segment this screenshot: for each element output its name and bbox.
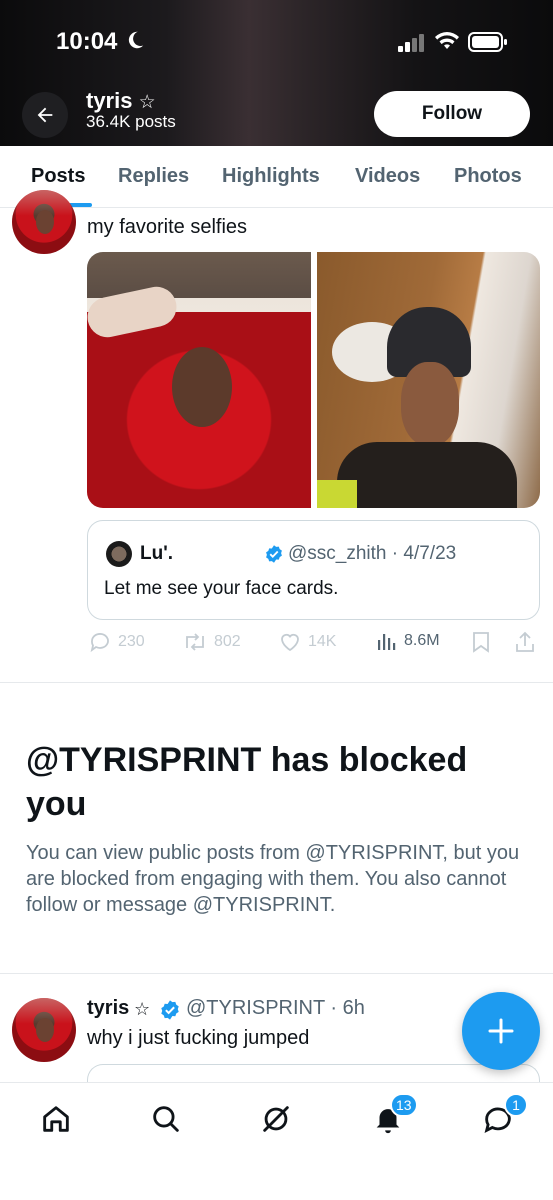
tab-posts[interactable]: Posts: [31, 165, 85, 188]
post-count: 36.4K posts: [86, 112, 176, 131]
post-text: why i just fucking jumped: [87, 1027, 310, 1049]
verified-badge-icon: [266, 545, 282, 563]
star-icon: ☆: [134, 999, 151, 1019]
repost-count: 802: [214, 633, 241, 650]
avatar[interactable]: [12, 190, 76, 254]
messages-badge: 1: [504, 1093, 528, 1117]
avatar[interactable]: [12, 998, 76, 1062]
tab-videos[interactable]: Videos: [355, 165, 420, 188]
repost-icon: [186, 633, 204, 651]
quote-handle-date: @ssc_zhith · 4/7/23: [288, 543, 457, 564]
home-icon: [43, 1106, 69, 1132]
author-handle-time: @TYRISPRINT · 6h: [186, 997, 365, 1019]
tab-highlights[interactable]: Highlights: [222, 165, 320, 188]
views-chart-icon: [378, 634, 396, 650]
plus-icon: [488, 1018, 514, 1044]
tab-replies[interactable]: Replies: [118, 165, 189, 188]
profile-tabs: Posts Replies Highlights Videos Photos: [0, 146, 553, 208]
post-photo-1[interactable]: [87, 252, 311, 508]
quote-text: Let me see your face cards.: [104, 578, 339, 599]
battery-icon: [468, 32, 507, 52]
share-button[interactable]: [514, 630, 536, 654]
blocked-title: @TYRISPRINT has blocked you: [26, 741, 468, 823]
grok-icon: [263, 1106, 289, 1132]
compose-button[interactable]: [462, 992, 540, 1070]
status-time: 10:04: [56, 28, 118, 55]
nav-search[interactable]: [146, 1099, 186, 1139]
like-count: 14K: [308, 633, 337, 650]
nav-grok[interactable]: [256, 1099, 296, 1139]
quoted-post[interactable]: Lu'. @ssc_zhith · 4/7/23 Let me see your…: [87, 520, 540, 620]
wifi-icon: [435, 32, 459, 49]
divider: [0, 682, 553, 683]
arrow-left-icon: [37, 107, 53, 123]
post-text: my favorite selfies: [87, 216, 248, 238]
reply-count: 230: [118, 633, 145, 650]
views-action[interactable]: 8.6M: [376, 630, 440, 652]
bottom-nav: 13 1: [0, 1082, 553, 1200]
moon-icon: [128, 31, 144, 49]
bookmark-icon: [473, 632, 489, 653]
reply-action[interactable]: 230: [88, 630, 145, 654]
quote-avatar: [106, 541, 132, 567]
status-bar: 10:04: [0, 24, 553, 64]
notifications-badge: 13: [390, 1093, 418, 1117]
reply-icon: [90, 633, 109, 653]
nav-messages[interactable]: 1: [478, 1093, 528, 1139]
divider: [0, 973, 553, 974]
verified-badge-icon: [161, 1000, 179, 1020]
bookmark-button[interactable]: [470, 630, 492, 654]
views-count: 8.6M: [404, 632, 440, 649]
search-icon: [153, 1106, 179, 1132]
nav-notifications[interactable]: 13: [368, 1093, 418, 1139]
account-name: tyris ☆: [86, 88, 156, 113]
heart-icon: [281, 633, 299, 652]
repost-action[interactable]: 802: [182, 630, 241, 654]
blocked-message: You can view public posts from @TYRISPRI…: [26, 842, 520, 916]
share-icon: [516, 631, 534, 652]
tab-photos[interactable]: Photos: [454, 165, 522, 188]
star-icon: ☆: [138, 92, 156, 113]
cellular-signal-icon: [398, 34, 424, 52]
follow-button[interactable]: Follow: [374, 91, 530, 137]
quote-author-name: Lu'.: [140, 543, 174, 564]
like-action[interactable]: 14K: [278, 630, 336, 654]
author-name: tyris: [87, 997, 130, 1019]
post-photo-2[interactable]: [317, 252, 540, 508]
nav-home[interactable]: [36, 1099, 76, 1139]
profile-header: 10:04 tyris ☆ 36.4K posts Follow: [0, 0, 553, 146]
back-button[interactable]: [22, 92, 68, 138]
